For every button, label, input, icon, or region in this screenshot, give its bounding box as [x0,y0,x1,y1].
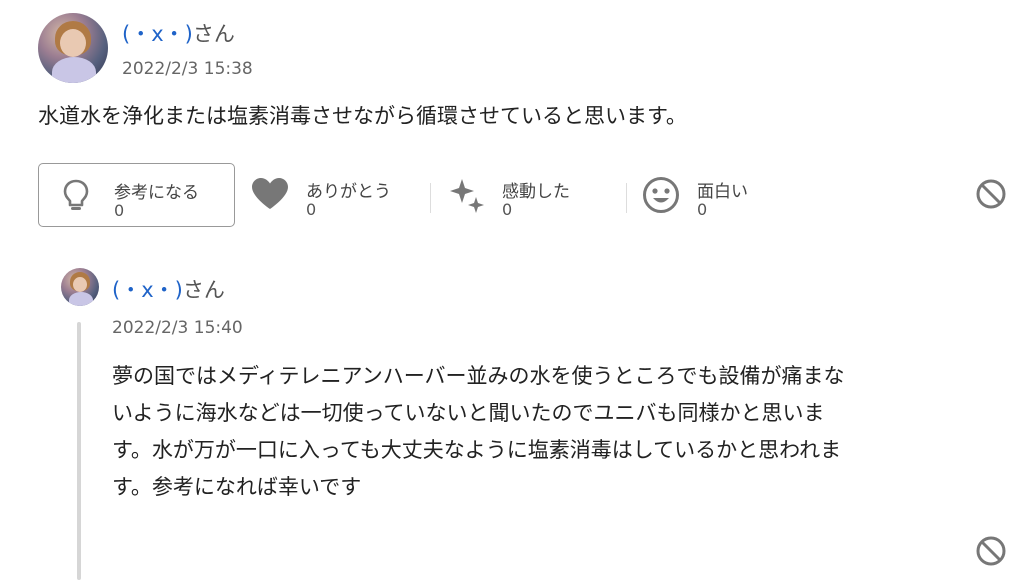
reply-text-line: す。水が万が一口に入っても大丈夫なように塩素消毒はしているかと思われま [112,438,842,462]
reaction-label: 参考になる [114,183,199,203]
user-name[interactable]: (・x・)さん [122,18,235,48]
smile-icon [642,176,680,214]
comment-date: 2022/2/3 15:38 [122,59,253,79]
reaction-funny-button[interactable]: 面白い 0 [642,163,812,225]
reply-text-line: 夢の国ではメディテレニアンハーバー並みの水を使うところでも設備が痛まな [112,364,845,388]
reply-user-name-link[interactable]: (・x・) [112,278,183,302]
reaction-moved-button[interactable]: 感動した 0 [447,163,617,225]
divider [626,183,627,213]
lightbulb-icon [61,178,91,214]
reaction-helpful-button[interactable]: 参考になる 0 [38,163,235,227]
user-name-suffix: さん [192,22,235,46]
reaction-thanks-button[interactable]: ありがとう 0 [250,163,420,225]
sparkle-icon [447,175,487,215]
reaction-label: 面白い [697,182,748,202]
user-name-link[interactable]: (・x・) [122,22,193,46]
comment-text: 水道水を浄化または塩素消毒させながら循環させていると思います。 [38,104,687,128]
reply-text-line: す。参考になれば幸いです [112,475,362,499]
thread-line [77,322,81,580]
reply-text-line: いように海水などは一切使っていないと聞いたのでユニバも同様かと思いま [112,401,825,425]
block-icon[interactable] [975,178,1007,210]
reply-user-name-suffix: さん [182,278,225,302]
block-icon[interactable] [975,535,1007,567]
divider [430,183,431,213]
reaction-label: 感動した [502,182,570,202]
reply-text: 夢の国ではメディテレニアンハーバー並みの水を使うところでも設備が痛まな いように… [112,358,1007,506]
reaction-count: 0 [697,200,708,219]
reaction-count: 0 [306,200,317,219]
reply-user-name[interactable]: (・x・)さん [112,274,225,304]
reaction-label: ありがとう [306,182,391,202]
reply-avatar[interactable] [61,268,99,306]
avatar[interactable] [38,13,108,83]
heart-icon [250,177,290,211]
reaction-count: 0 [502,200,513,219]
reaction-count: 0 [114,201,125,220]
reply-date: 2022/2/3 15:40 [112,318,243,338]
